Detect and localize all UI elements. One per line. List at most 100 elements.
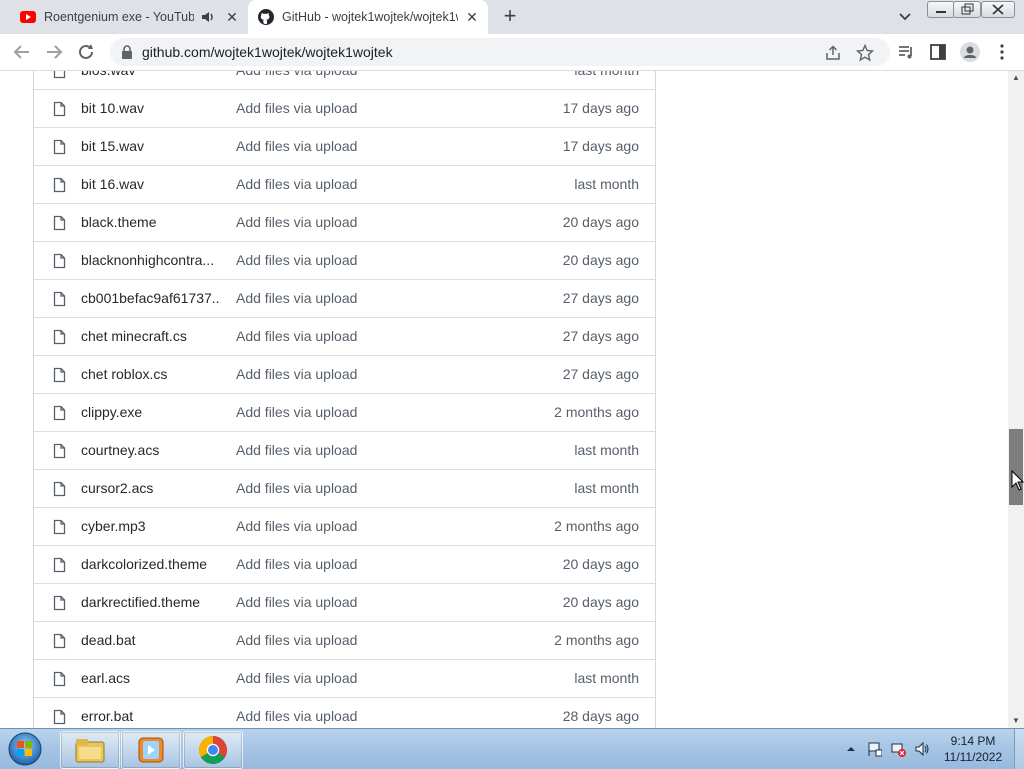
file-name-link[interactable]: bit 10.wav: [81, 100, 221, 116]
url-text[interactable]: github.com/wojtek1wojtek/wojtek1wojtek: [142, 44, 393, 60]
menu-kebab-icon[interactable]: [993, 43, 1011, 61]
file-row[interactable]: error.bat Add files via upload 28 days ago: [34, 697, 655, 728]
file-name-link[interactable]: darkcolorized.theme: [81, 556, 221, 572]
scroll-up-arrow-icon[interactable]: ▲: [1008, 71, 1024, 85]
file-row[interactable]: bit 16.wav Add files via upload last month: [34, 165, 655, 203]
show-desktop-button[interactable]: [1014, 729, 1024, 769]
commit-message-link[interactable]: Add files via upload: [236, 138, 357, 154]
file-row[interactable]: clippy.exe Add files via upload 2 months a…: [34, 393, 655, 431]
file-name-link[interactable]: bit 15.wav: [81, 138, 221, 154]
show-hidden-icons-icon[interactable]: [843, 741, 859, 757]
speaker-icon[interactable]: [200, 9, 216, 25]
file-icon: [53, 443, 66, 459]
file-name-link[interactable]: cursor2.acs: [81, 480, 221, 496]
new-tab-button[interactable]: +: [498, 5, 522, 29]
start-button-windows-icon[interactable]: [4, 731, 46, 767]
commit-message-link[interactable]: Add files via upload: [236, 670, 357, 686]
commit-message-link[interactable]: Add files via upload: [236, 480, 357, 496]
file-row[interactable]: cyber.mp3 Add files via upload 2 months ag…: [34, 507, 655, 545]
close-window-button[interactable]: [981, 1, 1015, 18]
file-row[interactable]: darkrectified.theme Add files via upload 2…: [34, 583, 655, 621]
file-row[interactable]: bit 10.wav Add files via upload 17 days ag…: [34, 89, 655, 127]
file-row[interactable]: chet minecraft.cs Add files via upload 27 …: [34, 317, 655, 355]
file-row[interactable]: blacknonhighcontra... Add files via uploa…: [34, 241, 655, 279]
vertical-scrollbar[interactable]: ▲ ▼: [1008, 71, 1024, 728]
file-row[interactable]: darkcolorized.theme Add files via upload 2…: [34, 545, 655, 583]
commit-message-link[interactable]: Add files via upload: [236, 252, 357, 268]
file-name-link[interactable]: chet minecraft.cs: [81, 328, 221, 344]
address-bar[interactable]: github.com/wojtek1wojtek/wojtek1wojtek: [110, 38, 890, 66]
file-name-link[interactable]: error.bat: [81, 708, 221, 724]
file-name-link[interactable]: clippy.exe: [81, 404, 221, 420]
taskbar-chrome-button[interactable]: [183, 731, 243, 769]
restore-button[interactable]: [953, 1, 981, 18]
share-icon[interactable]: [824, 44, 842, 62]
network-disconnected-icon[interactable]: [890, 741, 906, 757]
commit-message-link[interactable]: Add files via upload: [236, 594, 357, 610]
file-name-link[interactable]: bios.wav: [81, 71, 221, 78]
side-panel-icon[interactable]: [929, 43, 947, 61]
close-tab-icon[interactable]: ✕: [464, 9, 480, 25]
action-center-flag-icon[interactable]: [866, 741, 882, 757]
system-clock[interactable]: 9:14 PM 11/11/2022: [935, 733, 1011, 765]
lock-icon[interactable]: [120, 45, 134, 59]
tab-github[interactable]: GitHub - wojtek1wojtek/wojtek1wojtek ✕: [248, 0, 488, 34]
commit-message-link[interactable]: Add files via upload: [236, 708, 357, 724]
commit-message-link[interactable]: Add files via upload: [236, 632, 357, 648]
file-name-link[interactable]: earl.acs: [81, 670, 221, 686]
file-name-link[interactable]: black.theme: [81, 214, 221, 230]
github-icon: [258, 9, 274, 25]
forward-icon[interactable]: [42, 40, 66, 64]
scroll-down-arrow-icon[interactable]: ▼: [1008, 714, 1024, 728]
close-tab-icon[interactable]: ✕: [224, 9, 240, 25]
file-name-link[interactable]: cyber.mp3: [81, 518, 221, 534]
file-row[interactable]: chet roblox.cs Add files via upload 27 day…: [34, 355, 655, 393]
commit-message-link[interactable]: Add files via upload: [236, 556, 357, 572]
media-control-icon[interactable]: [897, 43, 915, 61]
file-row[interactable]: courtney.acs Add files via upload last mon…: [34, 431, 655, 469]
file-row[interactable]: dead.bat Add files via upload 2 months ago: [34, 621, 655, 659]
file-name-link[interactable]: courtney.acs: [81, 442, 221, 458]
taskbar-media-player-button[interactable]: [121, 731, 181, 769]
minimize-icon: [936, 11, 946, 13]
taskbar-explorer-button[interactable]: [60, 731, 120, 769]
commit-message-link[interactable]: Add files via upload: [236, 442, 357, 458]
file-row[interactable]: black.theme Add files via upload 20 days a…: [34, 203, 655, 241]
reload-icon[interactable]: [74, 40, 98, 64]
commit-age: 27 days ago: [562, 328, 639, 344]
minimize-button[interactable]: [927, 1, 955, 18]
tab-youtube[interactable]: Roentgenium exe - YouTube ✕: [10, 0, 248, 34]
commit-message-link[interactable]: Add files via upload: [236, 71, 357, 78]
commit-message-link[interactable]: Add files via upload: [236, 518, 357, 534]
commit-message-link[interactable]: Add files via upload: [236, 366, 357, 382]
explorer-icon: [75, 739, 105, 763]
commit-message-link[interactable]: Add files via upload: [236, 404, 357, 420]
back-icon[interactable]: [10, 40, 34, 64]
file-row[interactable]: cursor2.acs Add files via upload last mont…: [34, 469, 655, 507]
file-name-link[interactable]: dead.bat: [81, 632, 221, 648]
volume-icon[interactable]: [914, 741, 930, 757]
tab-search-icon[interactable]: [895, 8, 915, 26]
chrome-icon: [199, 736, 227, 764]
file-name-link[interactable]: cb001befac9af61737...: [81, 290, 221, 306]
file-icon: [53, 405, 66, 421]
commit-message-link[interactable]: Add files via upload: [236, 214, 357, 230]
bookmark-star-icon[interactable]: [856, 44, 874, 62]
commit-message-link[interactable]: Add files via upload: [236, 176, 357, 192]
profile-avatar-icon[interactable]: [960, 42, 980, 62]
scrollbar-thumb[interactable]: [1009, 429, 1023, 505]
file-name-link[interactable]: blacknonhighcontra...: [81, 252, 221, 268]
file-icon: [53, 367, 66, 383]
commit-message-link[interactable]: Add files via upload: [236, 100, 357, 116]
commit-age: last month: [574, 176, 639, 192]
commit-message-link[interactable]: Add files via upload: [236, 328, 357, 344]
file-name-link[interactable]: bit 16.wav: [81, 176, 221, 192]
file-row[interactable]: bios.wav Add files via upload last month: [34, 71, 655, 89]
commit-message-link[interactable]: Add files via upload: [236, 290, 357, 306]
file-row[interactable]: earl.acs Add files via upload last month: [34, 659, 655, 697]
file-row[interactable]: cb001befac9af61737... Add files via uploa…: [34, 279, 655, 317]
clock-date: 11/11/2022: [943, 750, 1003, 764]
file-name-link[interactable]: darkrectified.theme: [81, 594, 221, 610]
file-row[interactable]: bit 15.wav Add files via upload 17 days ag…: [34, 127, 655, 165]
file-name-link[interactable]: chet roblox.cs: [81, 366, 221, 382]
